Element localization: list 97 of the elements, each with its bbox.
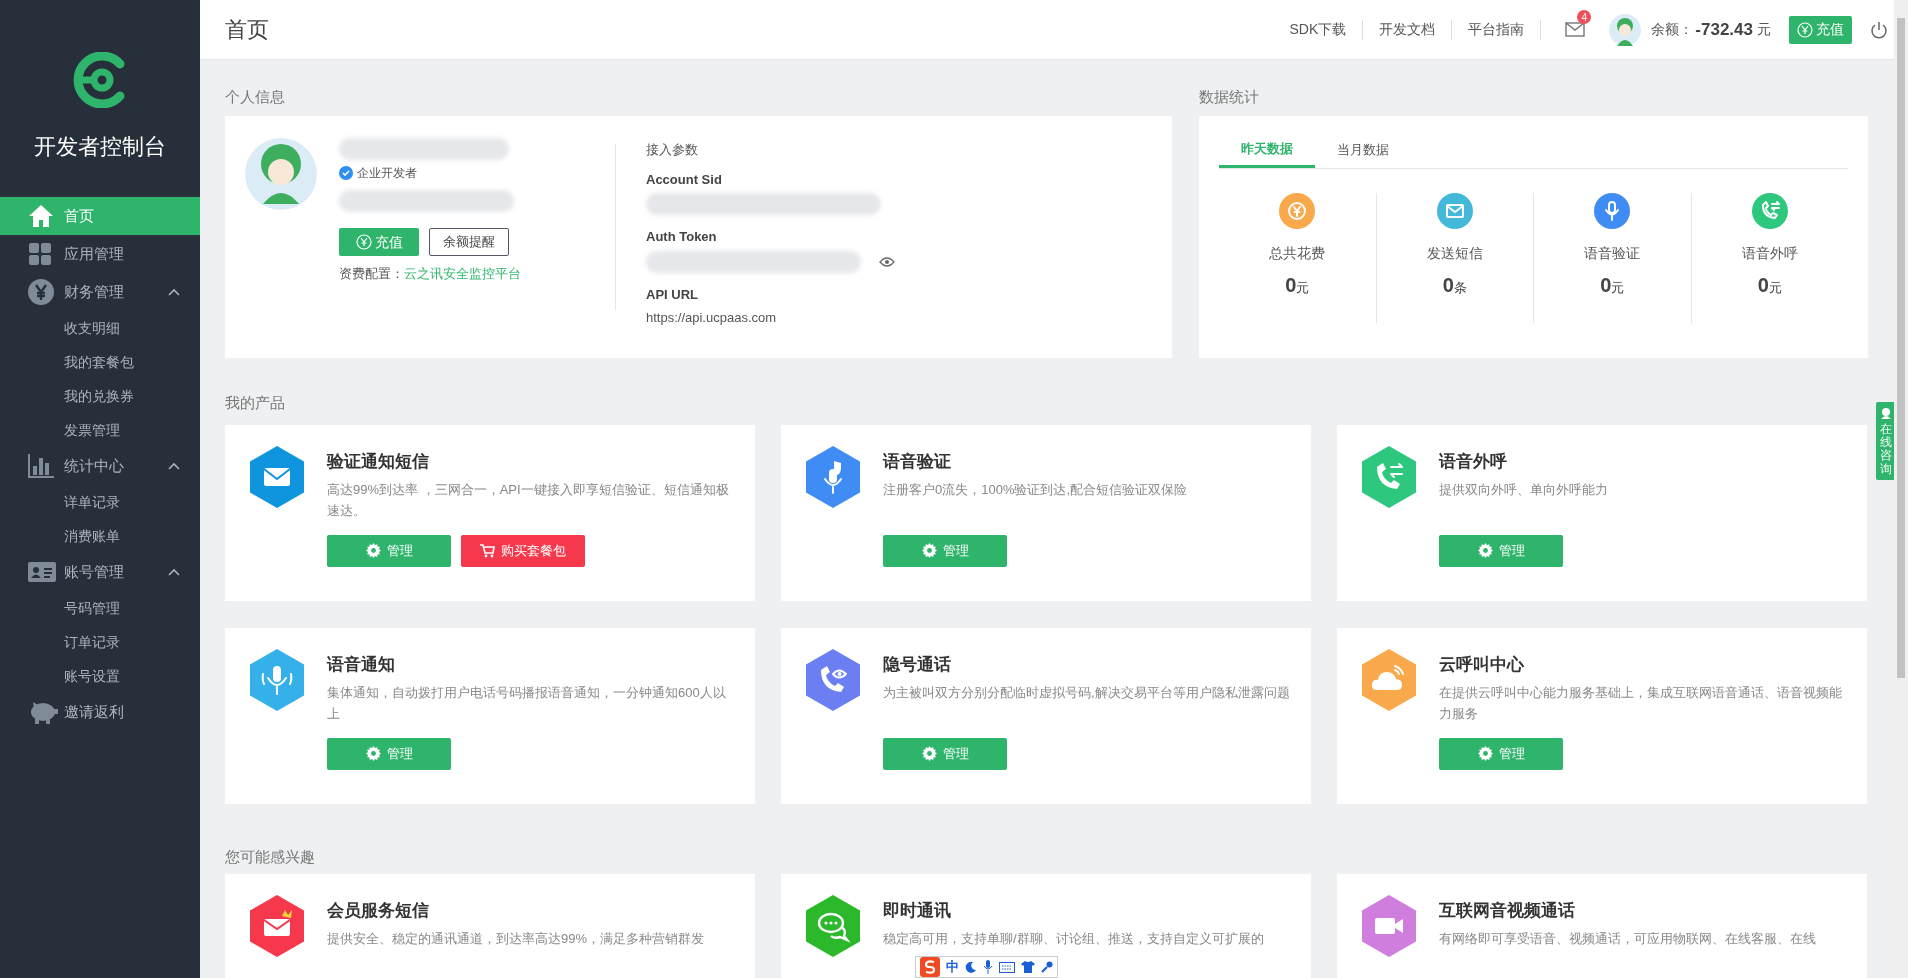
buy-package-button[interactable]: 购买套餐包 [461, 534, 585, 567]
power-icon[interactable] [1870, 20, 1888, 39]
id-card-icon [28, 562, 56, 582]
moon-icon[interactable] [965, 961, 977, 973]
product-title: 即时通讯 [883, 900, 952, 922]
sidebar-subitem[interactable]: 我的套餐包 [0, 345, 200, 379]
stat-value: 0 [1757, 273, 1769, 298]
yen-icon [1797, 21, 1813, 38]
balance-label: 余额： [1651, 20, 1694, 39]
stat-unit: 元 [1611, 280, 1625, 297]
yen-icon [28, 279, 54, 305]
product-title: 语音验证 [883, 451, 952, 473]
eye-icon[interactable] [879, 255, 895, 268]
shirt-icon[interactable] [1021, 961, 1035, 973]
sidebar-item[interactable]: 账号管理 [0, 553, 200, 591]
product-description: 注册客户0流失，100%验证到达,配合短信验证双保险 [883, 480, 1189, 499]
product-title: 语音外呼 [1439, 451, 1508, 473]
page-title: 首页 [225, 16, 270, 44]
sidebar-subitem[interactable]: 订单记录 [0, 625, 200, 659]
bar-chart-icon [28, 454, 54, 478]
fee-config-label: 资费配置： [339, 265, 404, 283]
header-link[interactable]: SDK下载 [1273, 19, 1363, 40]
product-title: 会员服务短信 [327, 900, 430, 922]
home-icon [28, 204, 54, 228]
keyboard-icon[interactable] [999, 961, 1015, 973]
avatar-icon[interactable] [1609, 13, 1642, 46]
param-value: https://api.ucpaas.com [646, 309, 778, 327]
console-title: 开发者控制台 [34, 133, 166, 161]
stat-label: 语音外呼 [1741, 244, 1798, 263]
product-title: 云呼叫中心 [1439, 654, 1525, 676]
product-description: 稳定高可用，支持单聊/群聊、讨论组、推送，支持自定义可扩展的 [883, 929, 1265, 948]
mail-icon[interactable] [1565, 22, 1586, 37]
sidebar-item[interactable]: 应用管理 [0, 235, 200, 273]
product-title: 验证通知短信 [327, 451, 430, 473]
stat-value: 0 [1442, 273, 1454, 298]
balance-reminder-button[interactable]: 余额提醒 [429, 228, 509, 256]
sidebar-subitem[interactable]: 我的兑换券 [0, 379, 200, 413]
gear-icon [921, 746, 937, 761]
online-consult-label: 在线咨询 [1880, 423, 1892, 476]
gear-icon [1477, 746, 1493, 761]
ime-mode[interactable]: 中 [946, 957, 959, 977]
balance-unit: 元 [1757, 20, 1771, 39]
sidebar-subitem[interactable]: 账号设置 [0, 659, 200, 693]
cart-icon [480, 543, 495, 558]
stat-label: 语音验证 [1584, 244, 1641, 263]
stat-label: 发送短信 [1426, 244, 1483, 263]
verified-label: 企业开发者 [357, 165, 417, 182]
avatar-icon [245, 138, 317, 210]
microphone-icon[interactable] [983, 960, 993, 974]
header-link[interactable]: 平台指南 [1452, 19, 1541, 40]
product-description: 为主被叫双方分别分配临时虚拟号码,解决交易平台等用户隐私泄露问题 [883, 683, 1291, 702]
section-title: 您可能感兴趣 [225, 847, 315, 867]
product-title: 隐号通话 [883, 654, 952, 676]
sidebar-subitem[interactable]: 详单记录 [0, 485, 200, 519]
header-link[interactable]: 开发文档 [1363, 19, 1452, 40]
param-label: Account Sid [646, 170, 723, 189]
wrench-icon[interactable] [1041, 961, 1053, 973]
sidebar-item[interactable]: 邀请返利 [0, 693, 200, 731]
stat-unit: 条 [1453, 280, 1467, 297]
sidebar-item[interactable]: 财务管理 [0, 273, 200, 311]
product-description: 提供安全、稳定的通讯通道，到达率高达99%，满足多种营销群发 [327, 929, 706, 948]
sidebar-subitem[interactable]: 消费账单 [0, 519, 200, 553]
sidebar-item[interactable]: 统计中心 [0, 447, 200, 485]
notification-badge: 4 [1577, 10, 1592, 24]
product-description: 在提供云呼叫中心能力服务基础上，集成互联网语音通话、语音视频能力服务 [1439, 683, 1843, 723]
yen-icon [355, 234, 372, 250]
balance-value: -732.43 [1695, 18, 1753, 41]
product-title: 互联网音视频通话 [1439, 900, 1576, 922]
sidebar-subitem[interactable]: 发票管理 [0, 413, 200, 447]
stat-value: 0 [1600, 273, 1612, 298]
product-description: 有网络即可享受语音、视频通话，可应用物联网、在线客服、在线 [1439, 929, 1817, 948]
sidebar-subitem[interactable]: 号码管理 [0, 591, 200, 625]
param-label: Auth Token [646, 228, 718, 246]
gear-icon [1477, 543, 1493, 558]
product-description: 集体通知，自动拨打用户电话号码播报语音通知，一分钟通知600人以上 [327, 683, 727, 723]
gear-icon [921, 543, 937, 558]
stat-unit: 元 [1296, 280, 1310, 297]
product-title: 语音通知 [327, 654, 396, 676]
stat-label: 总共花费 [1269, 244, 1326, 263]
section-title: 我的产品 [225, 393, 285, 413]
verified-icon [339, 166, 353, 180]
product-description: 提供双向外呼、单向外呼能力 [1439, 480, 1609, 499]
param-label: API URL [646, 285, 699, 304]
params-title: 接入参数 [646, 141, 699, 159]
stat-unit: 元 [1768, 280, 1782, 297]
stat-value: 0 [1285, 273, 1297, 298]
section-title: 数据统计 [1199, 87, 1260, 107]
section-title: 个人信息 [225, 87, 286, 107]
grid-icon [28, 242, 52, 266]
product-description: 高达99%到达率 ，三网合一，API一键接入即享短信验证、短信通知极速达。 [327, 480, 730, 520]
gear-icon [365, 746, 381, 761]
headset-icon [1879, 406, 1893, 420]
piggy-bank-icon [28, 700, 58, 724]
gear-icon [365, 543, 381, 558]
stats-tab[interactable]: 当月数据 [1315, 132, 1411, 168]
ime-toolbar[interactable]: 中 [915, 956, 1058, 978]
sidebar-subitem[interactable]: 收支明细 [0, 311, 200, 345]
